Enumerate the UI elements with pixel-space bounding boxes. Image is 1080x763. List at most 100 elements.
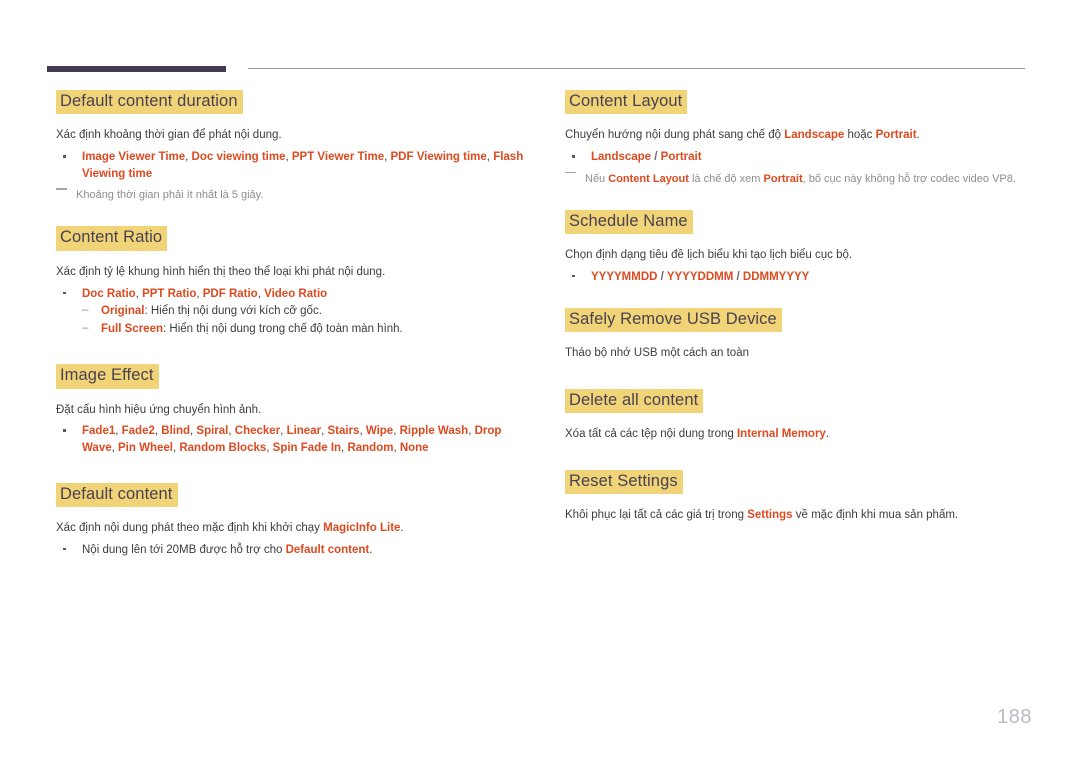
description-text: Xác định nội dung phát theo mặc định khi… <box>56 522 324 535</box>
inline-keyword: Landscape <box>784 129 845 142</box>
option-list: Fade1, Fade2, Blind, Spiral, Checker, Li… <box>56 423 526 456</box>
sub-bullet-dash-icon: – <box>82 304 89 317</box>
list-item: Fade1, Fade2, Blind, Spiral, Checker, Li… <box>56 423 526 456</box>
note-text: Nếu <box>585 172 609 185</box>
inline-keyword: Portrait <box>763 172 803 185</box>
section-description: Xác định nội dung phát theo mặc định khi… <box>56 520 526 537</box>
inline-keyword: Content Layout <box>608 172 689 185</box>
option-list: YYYYMMDD / YYYYDDMM / DDMMYYYY <box>565 269 1035 286</box>
page-header-rule <box>0 0 1080 72</box>
option-keyword: Spin Fade In <box>272 442 342 455</box>
section-heading: Default content <box>56 482 178 508</box>
section-description: Chuyển hướng nội dung phát sang chế độ L… <box>565 127 1035 144</box>
option-keyword: PPT Viewer Time <box>291 151 385 164</box>
option-keyword: Wipe <box>365 425 394 438</box>
inline-keyword: Default content <box>285 543 370 556</box>
description-text: Xóa tất cả các tệp nội dung trong <box>565 428 737 441</box>
section-description: Xác định tỷ lệ khung hình hiển thị theo … <box>56 265 386 278</box>
bullet-dot-icon <box>63 547 66 551</box>
section-delete-all-content: Delete all content Xóa tất cả các tệp nộ… <box>565 388 1035 443</box>
list-item: Nội dung lên tới 20MB được hỗ trợ cho De… <box>56 542 526 559</box>
separator: / <box>733 270 743 283</box>
inline-keyword: Internal Memory <box>736 428 826 441</box>
option-keyword: YYYYDDMM <box>666 270 734 283</box>
sub-option-text: : Hiển thị nội dung với kích cỡ gốc. <box>144 305 322 318</box>
section-default-content: Default content Xác định nội dung phát t… <box>56 482 526 559</box>
list-item-text: Nội dung lên tới 20MB được hỗ trợ cho <box>82 543 286 556</box>
sub-option-keyword: Full Screen <box>101 323 163 336</box>
schedule-format-options: YYYYMMDD / YYYYDDMM / DDMMYYYY <box>591 271 809 283</box>
sub-bullet-dash-icon: – <box>82 322 89 335</box>
description-text: Chuyển hướng nội dung phát sang chế độ <box>565 129 785 142</box>
bullet-dot-icon <box>63 291 66 295</box>
page-number: 188 <box>997 706 1032 728</box>
section-schedule-name: Schedule Name Chọn định dạng tiêu đề lịc… <box>565 209 1035 286</box>
section-heading: Content Ratio <box>56 226 168 251</box>
sub-option-list: – Original: Hiển thị nội dung với kích c… <box>78 303 526 338</box>
description-text: hoặc <box>844 129 876 142</box>
option-keyword: Portrait <box>660 151 702 164</box>
note-text: là chế độ xem <box>688 172 764 185</box>
option-keyword: Landscape <box>591 151 652 164</box>
section-heading: Content Layout <box>565 90 688 115</box>
section-image-effect: Image Effect Đặt cấu hình hiệu ứng chuyể… <box>56 364 526 456</box>
list-item-text: . <box>369 543 373 556</box>
description-text: . <box>916 129 920 142</box>
sub-option-keyword: Original <box>101 305 145 318</box>
option-keyword: DDMMYYYY <box>742 270 810 283</box>
inline-keyword: Portrait <box>875 129 917 142</box>
option-keyword: Image Viewer Time <box>82 151 186 164</box>
section-heading: Delete all content <box>565 388 704 414</box>
option-keyword: YYYYMMDD <box>591 270 658 283</box>
bullet-dot-icon <box>63 429 66 432</box>
section-heading: Image Effect <box>56 364 159 389</box>
option-keyword: Doc viewing time <box>191 151 286 164</box>
option-keyword: Stairs <box>327 425 360 438</box>
option-keyword: Blind <box>161 425 191 438</box>
list-item: – Original: Hiển thị nội dung với kích c… <box>78 303 526 320</box>
image-effect-options: Fade1, Fade2, Blind, Spiral, Checker, Li… <box>82 425 501 454</box>
option-keyword: Doc Ratio <box>82 287 136 300</box>
left-content-column: Default content duration Xác định khoảng… <box>56 90 526 559</box>
note-line: Nếu Content Layout là chế độ xem Portrai… <box>565 171 1035 188</box>
section-description: Khôi phục lại tất cả các giá trị trong S… <box>565 507 1035 524</box>
header-divider-line <box>248 68 1025 69</box>
right-content-column: Content Layout Chuyển hướng nội dung phá… <box>565 90 1035 529</box>
section-heading: Reset Settings <box>565 469 683 495</box>
section-heading: Default content duration <box>56 90 243 115</box>
bullet-dot-icon <box>572 155 575 158</box>
option-keyword: Fade2 <box>121 425 155 438</box>
option-keyword: PDF Viewing time <box>390 151 487 164</box>
option-list: Image Viewer Time, Doc viewing time, PPT… <box>56 149 526 182</box>
bullet-dot-icon <box>63 155 66 158</box>
option-list: Landscape / Portrait <box>565 149 1035 166</box>
option-keyword: None <box>399 442 429 455</box>
list-item: Doc Ratio, PPT Ratio, PDF Ratio, Video R… <box>56 286 526 303</box>
bullet-dot-icon <box>572 274 575 278</box>
section-description: Tháo bộ nhớ USB một cách an toàn <box>565 347 749 360</box>
description-text: Khôi phục lại tất cả các giá trị trong <box>565 509 748 522</box>
option-keyword: PDF Ratio <box>202 287 258 300</box>
description-text: . <box>400 522 404 535</box>
sub-option-text: : Hiển thị nội dung trong chế độ toàn mà… <box>163 323 403 336</box>
section-content-layout: Content Layout Chuyển hướng nội dung phá… <box>565 90 1035 188</box>
list-item: – Full Screen: Hiển thị nội dung trong c… <box>78 321 526 338</box>
option-keyword: Spiral <box>196 425 229 438</box>
option-keyword: Random Blocks <box>179 442 267 455</box>
section-reset-settings: Reset Settings Khôi phục lại tất cả các … <box>565 469 1035 524</box>
header-accent-bar <box>47 66 226 72</box>
note-dash-icon <box>565 171 576 174</box>
list-item: YYYYMMDD / YYYYDDMM / DDMMYYYY <box>565 269 1035 286</box>
separator: / <box>651 151 661 164</box>
inline-keyword: MagicInfo Lite <box>323 522 401 535</box>
section-safely-remove-usb-device: Safely Remove USB Device Tháo bộ nhớ USB… <box>565 307 1035 362</box>
list-item: Image Viewer Time, Doc viewing time, PPT… <box>56 149 526 182</box>
section-heading: Schedule Name <box>565 209 693 235</box>
